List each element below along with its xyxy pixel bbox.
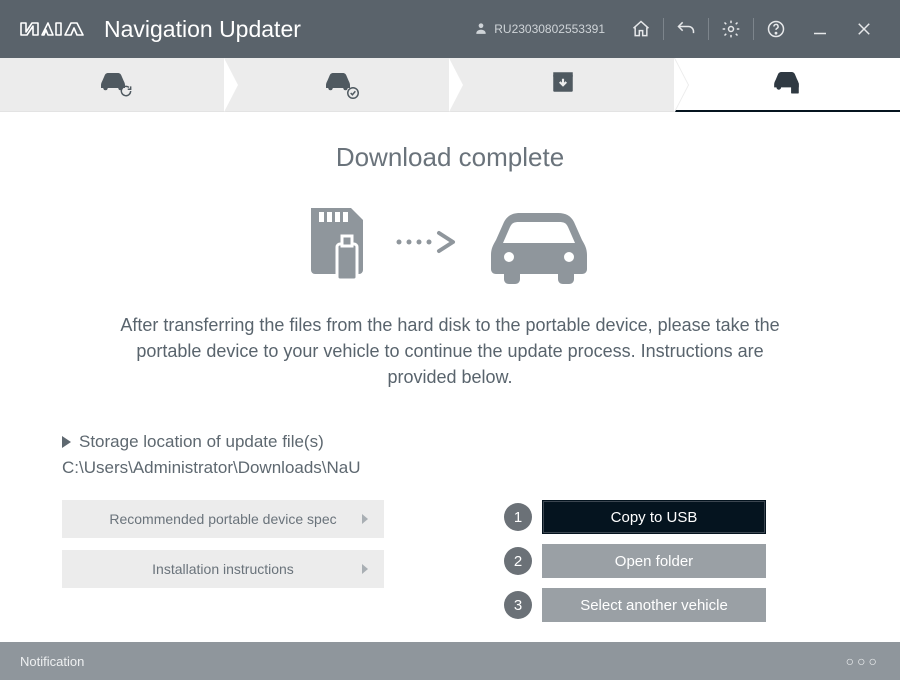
step-number-2: 2 [504,547,532,575]
step-2-confirm-vehicle[interactable] [225,58,450,111]
step-number-3: 3 [504,591,532,619]
user-icon [474,21,488,38]
car-icon [479,197,599,292]
step-number-1: 1 [504,503,532,531]
transfer-arrow-icon [393,227,467,262]
app-title: Navigation Updater [104,16,301,43]
refresh-badge-icon [119,84,133,103]
car-usb-icon [768,66,808,103]
sd-usb-icon [301,200,381,289]
storage-path: C:\Users\Administrator\Downloads\NaU [62,458,838,478]
title-bar: Navigation Updater RU23030802553391 [0,0,900,58]
step-bar [0,58,900,112]
install-instructions-label: Installation instructions [152,561,294,577]
user-block[interactable]: RU23030802553391 [474,21,605,38]
footer-label: Notification [20,654,84,669]
chevron-right-icon [362,564,368,574]
hero-graphic [62,197,838,292]
main-content: Download complete [0,112,900,622]
home-button[interactable] [619,9,663,49]
help-button[interactable] [754,9,798,49]
chevron-right-icon [362,514,368,524]
check-badge-icon [346,86,360,105]
more-icon[interactable]: ○○○ [846,653,880,669]
settings-button[interactable] [709,9,753,49]
triangle-right-icon [62,436,71,448]
device-spec-label: Recommended portable device spec [109,511,336,527]
step-1-select-vehicle[interactable] [0,58,225,111]
device-spec-link[interactable]: Recommended portable device spec [62,500,384,538]
select-another-vehicle-button[interactable]: Select another vehicle [542,588,766,622]
close-button[interactable] [842,9,886,49]
footer-bar: Notification ○○○ [0,642,900,680]
instruction-text: After transferring the files from the ha… [100,312,800,390]
open-folder-button[interactable]: Open folder [542,544,766,578]
window-controls [619,9,886,49]
user-id: RU23030802553391 [494,22,605,36]
back-button[interactable] [664,9,708,49]
step-3-download[interactable] [450,58,675,111]
storage-location-row[interactable]: Storage location of update file(s) [62,432,838,452]
storage-location-label: Storage location of update file(s) [79,432,324,452]
download-box-icon [549,69,577,100]
step-4-transfer[interactable] [675,58,900,111]
kia-logo [20,20,84,38]
install-instructions-link[interactable]: Installation instructions [62,550,384,588]
minimize-button[interactable] [798,9,842,49]
page-headline: Download complete [62,142,838,173]
copy-to-usb-button[interactable]: Copy to USB [542,500,766,534]
